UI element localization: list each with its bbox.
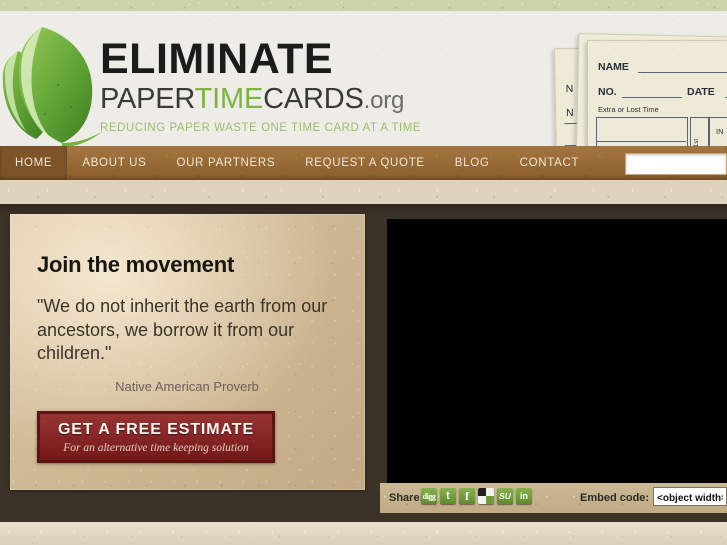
embed-code-label: Embed code: [580, 492, 650, 504]
timecard-back-no: N [565, 107, 574, 120]
video-player[interactable] [387, 219, 727, 483]
nav-item-blog[interactable]: BLOG [440, 146, 505, 180]
page-bottom-band [0, 522, 727, 545]
header-bottom-band [0, 180, 727, 206]
facebook-icon[interactable]: f [459, 488, 475, 504]
wordmark-paper: PAPER [100, 83, 195, 115]
delicious-icon[interactable] [478, 488, 494, 504]
share-icon-list: digg t f SU in [421, 488, 532, 504]
search-input[interactable] [626, 154, 726, 174]
digg-icon[interactable]: digg [421, 488, 437, 504]
main-navigation: HOME ABOUT US OUR PARTNERS REQUEST A QUO… [0, 146, 727, 180]
get-free-estimate-button[interactable]: GET A FREE ESTIMATE For an alternative t… [37, 411, 275, 463]
stumbleupon-icon[interactable]: SU [497, 488, 513, 504]
top-accent-bar [0, 0, 727, 11]
search-box[interactable] [625, 153, 727, 175]
nav-item-about-us[interactable]: ABOUT US [67, 146, 161, 180]
wordmark-cards: CARDS [263, 83, 364, 115]
embed-code-box[interactable] [653, 487, 727, 507]
cta-title: GET A FREE ESTIMATE [57, 421, 255, 438]
timecard-back-name: N [565, 83, 574, 96]
nav-item-contact[interactable]: CONTACT [505, 146, 595, 180]
site-header: ELIMINATE PAPERTIMECARDS.org REDUCING PA… [0, 11, 727, 146]
promo-attribution: Native American Proverb [115, 379, 259, 394]
wordmark-org: .org [363, 87, 405, 114]
wordmark-time: TIME [194, 83, 264, 115]
nav-item-request-a-quote[interactable]: REQUEST A QUOTE [290, 146, 440, 180]
timecard-no-label: NO. [598, 86, 617, 98]
promo-heading: Join the movement [37, 252, 235, 277]
wordmark-line-1: ELIMINATE [100, 35, 334, 83]
timecard-first-label: 1st [694, 138, 700, 146]
site-wordmark[interactable]: ELIMINATE PAPERTIMECARDS.org REDUCING PA… [100, 37, 421, 134]
timecard-illustration: N N NAME NO. DATE Extra or Lost Time IN … [527, 22, 727, 146]
timecard-front: NAME NO. DATE Extra or Lost Time IN 1st … [587, 40, 727, 146]
share-label: Share: [389, 492, 424, 504]
twitter-icon[interactable]: t [440, 488, 456, 504]
wordmark-line-2: PAPERTIMECARDS.org [100, 83, 421, 117]
share-bar: Share: digg t f SU in Embed code: [380, 483, 727, 513]
nav-list: HOME ABOUT US OUR PARTNERS REQUEST A QUO… [0, 146, 594, 180]
promo-quote: "We do not inherit the earth from our an… [37, 296, 328, 363]
linkedin-icon[interactable]: in [516, 488, 532, 504]
timecard-extra-label: Extra or Lost Time [598, 105, 659, 114]
leaf-icon [0, 19, 112, 146]
embed-code-input[interactable] [654, 490, 726, 507]
cta-subtitle: For an alternative time keeping solution [63, 442, 249, 454]
page-root: ELIMINATE PAPERTIMECARDS.org REDUCING PA… [0, 0, 727, 545]
timecard-in-label: IN [716, 127, 724, 136]
promo-panel: Join the movement "We do not inherit the… [10, 214, 365, 490]
timecard-name-label: NAME [598, 61, 629, 73]
site-tagline: REDUCING PAPER WASTE ONE TIME CARD AT A … [100, 122, 422, 134]
nav-item-home[interactable]: HOME [0, 146, 68, 180]
timecard-date-label: DATE [687, 86, 715, 98]
nav-item-our-partners[interactable]: OUR PARTNERS [162, 146, 291, 180]
